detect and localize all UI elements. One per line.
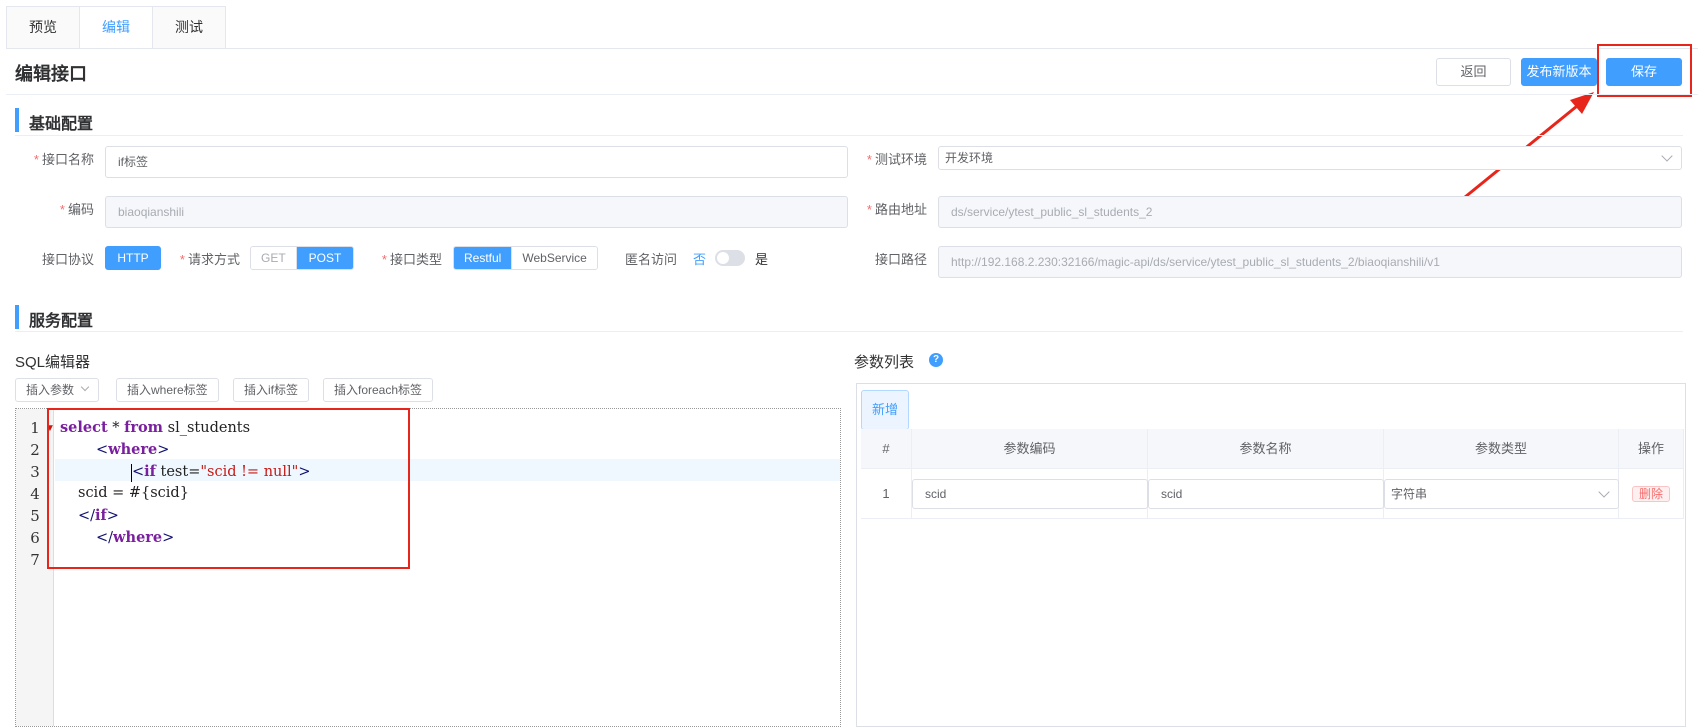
method-post[interactable]: POST	[295, 247, 354, 269]
anon-yes-label: 是	[755, 252, 769, 267]
chevron-down-icon	[80, 382, 90, 392]
type-segmented: Restful WebService	[453, 246, 598, 270]
section-title-basic: 基础配置	[29, 116, 94, 133]
insert-if-button[interactable]: 插入if标签	[233, 378, 310, 402]
route-input: ds/service/ytest_public_sl_students_2	[938, 196, 1682, 228]
publish-button[interactable]: 发布新版本	[1521, 58, 1597, 86]
code-input: biaoqianshili	[105, 196, 848, 228]
protocol-http-button[interactable]: HTTP	[105, 246, 161, 270]
tab-test[interactable]: 测试	[152, 6, 226, 48]
tab-edit[interactable]: 编辑	[79, 6, 153, 49]
param-table: # 参数编码 参数名称 参数类型 操作 1 scid scid 字符串 删除	[861, 429, 1684, 520]
param-code-input[interactable]: scid	[912, 479, 1148, 509]
path-input: http://192.168.2.230:32166/magic-api/ds/…	[938, 246, 1682, 278]
anon-toggle[interactable]	[715, 250, 745, 266]
env-select[interactable]: 开发环境	[938, 146, 1682, 170]
table-cell-index: 1	[861, 469, 912, 519]
method-label: * 请求方式	[179, 252, 240, 267]
insert-where-button[interactable]: 插入where标签	[116, 378, 219, 402]
env-label: * 测试环境	[866, 152, 927, 167]
name-label: * 接口名称	[33, 152, 94, 167]
chevron-down-icon	[1598, 486, 1610, 498]
column-header-code: 参数编码	[912, 429, 1148, 469]
page-title: 编辑接口	[15, 64, 87, 84]
code-highlight-box	[47, 408, 410, 569]
tab-preview[interactable]: 预览	[6, 6, 80, 48]
back-button[interactable]: 返回	[1436, 58, 1511, 86]
route-label: * 路由地址	[866, 202, 927, 217]
column-header-name: 参数名称	[1148, 429, 1384, 469]
param-name-input[interactable]: scid	[1148, 479, 1384, 509]
name-input[interactable]: if标签	[105, 146, 848, 178]
table-cell-name: scid	[1148, 469, 1384, 519]
param-table-panel: 新增 # 参数编码 参数名称 参数类型 操作 1 scid scid 字符串 删…	[856, 383, 1686, 727]
section-divider-service	[15, 331, 1683, 332]
add-param-button[interactable]: 新增	[861, 390, 909, 430]
insert-foreach-button[interactable]: 插入foreach标签	[323, 378, 434, 402]
save-highlight-box	[1597, 44, 1692, 97]
insert-param-dropdown[interactable]: 插入参数	[15, 378, 100, 402]
section-title-service: 服务配置	[29, 313, 94, 330]
table-cell-code: scid	[912, 469, 1148, 519]
method-segmented: GET POST	[250, 246, 355, 270]
param-type-select[interactable]: 字符串	[1384, 479, 1619, 509]
type-label: * 接口类型	[381, 252, 442, 267]
column-header-index: #	[861, 429, 912, 469]
column-header-action: 操作	[1619, 429, 1684, 469]
path-label: 接口路径	[874, 252, 927, 267]
env-select-value: 开发环境	[945, 151, 994, 165]
insert-param-label: 插入参数	[26, 383, 75, 397]
param-type-value: 字符串	[1391, 487, 1428, 501]
anon-label: 匿名访问	[625, 252, 678, 267]
code-label: * 编码	[59, 202, 94, 217]
help-icon[interactable]: ?	[929, 353, 943, 367]
type-webservice[interactable]: WebService	[511, 247, 597, 269]
table-cell-action: 删除	[1619, 469, 1684, 519]
type-restful[interactable]: Restful	[454, 247, 512, 269]
param-list-title: 参数列表	[854, 354, 915, 371]
section-divider-basic	[15, 135, 1683, 136]
table-cell-type: 字符串	[1384, 469, 1619, 519]
column-header-type: 参数类型	[1384, 429, 1619, 469]
tab-divider	[6, 48, 1698, 49]
chevron-down-icon	[1661, 150, 1673, 162]
header-divider	[6, 94, 1698, 95]
protocol-label: 接口协议	[41, 252, 94, 267]
anon-no-label: 否	[693, 252, 707, 267]
method-get[interactable]: GET	[251, 247, 296, 269]
tab-bar: 预览 编辑 测试	[6, 6, 226, 49]
sql-editor-title: SQL编辑器	[15, 354, 91, 371]
delete-param-button[interactable]: 删除	[1631, 486, 1670, 502]
